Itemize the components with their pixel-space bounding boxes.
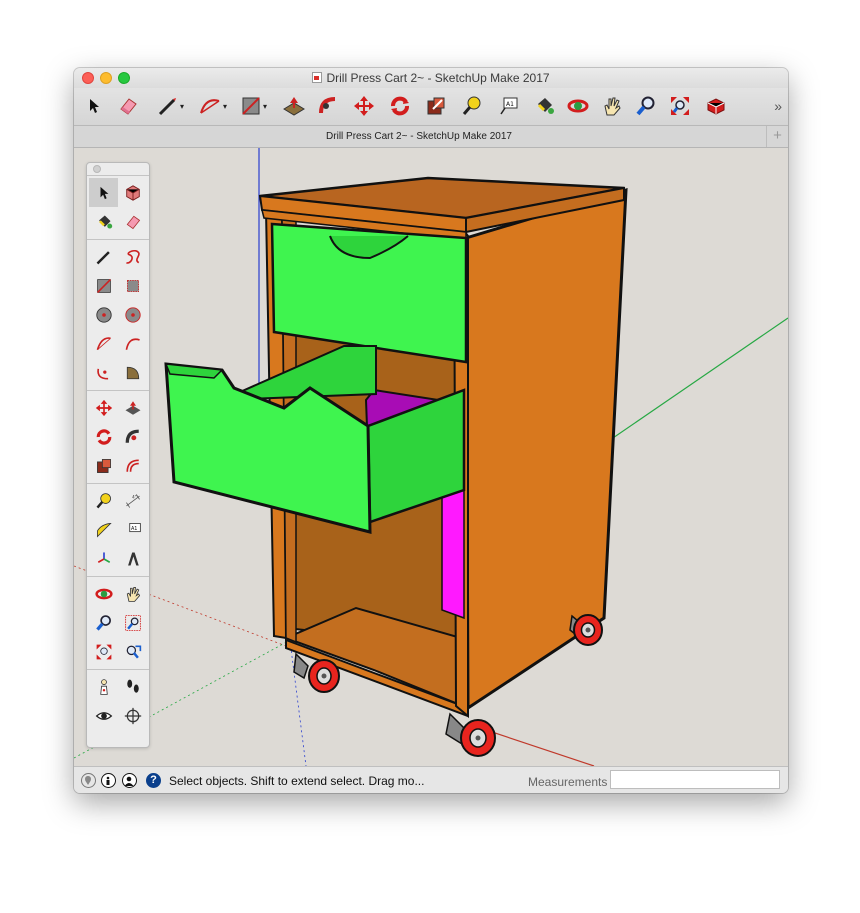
svg-text:4": 4" xyxy=(132,494,137,499)
new-tab-button[interactable]: + xyxy=(766,126,788,147)
freehand-tool-icon[interactable] xyxy=(118,242,147,271)
orbit-tool-icon[interactable] xyxy=(564,92,592,120)
back-right-caster xyxy=(569,614,603,646)
palette-group-construction: 4" A1 xyxy=(87,483,149,576)
pie-tool-icon[interactable] xyxy=(118,358,147,387)
dimension-tool-icon[interactable]: 4" xyxy=(118,486,147,515)
modeling-viewport[interactable]: 4" A1 xyxy=(74,148,788,766)
circle-tool-icon[interactable] xyxy=(89,300,118,329)
axes-tool-icon[interactable] xyxy=(89,544,118,573)
svg-text:A1: A1 xyxy=(130,526,136,532)
move-tool-icon[interactable] xyxy=(89,393,118,422)
user-account-icon[interactable] xyxy=(122,773,137,788)
window-title-area: Drill Press Cart 2~ - SketchUp Make 2017 xyxy=(74,71,788,85)
paint-bucket-tool-icon[interactable] xyxy=(530,92,558,120)
offset-tool-icon[interactable] xyxy=(118,451,147,480)
eraser-tool-icon[interactable] xyxy=(118,207,147,236)
make-component-tool-icon[interactable] xyxy=(118,178,147,207)
rectangle-tool-icon[interactable] xyxy=(237,92,265,120)
zoom-extents-tool-icon[interactable] xyxy=(89,637,118,666)
green-axis xyxy=(609,317,788,441)
rectangle-tool-icon[interactable] xyxy=(89,271,118,300)
palette-group-drawing xyxy=(87,239,149,390)
title-bar[interactable]: Drill Press Cart 2~ - SketchUp Make 2017 xyxy=(74,68,788,88)
document-tab[interactable]: Drill Press Cart 2~ - SketchUp Make 2017 xyxy=(74,131,764,142)
text-tool-icon[interactable]: A1 xyxy=(494,92,522,120)
orbit-tool-icon[interactable] xyxy=(89,579,118,608)
palette-group-camera xyxy=(87,576,149,669)
pan-tool-icon[interactable] xyxy=(118,579,147,608)
protractor-tool-icon[interactable] xyxy=(89,515,118,544)
paint-bucket-tool-icon[interactable] xyxy=(89,207,118,236)
zoom-tool-icon[interactable] xyxy=(632,92,660,120)
document-tab-bar: Drill Press Cart 2~ - SketchUp Make 2017… xyxy=(74,126,788,148)
follow-me-tool-icon[interactable] xyxy=(314,92,342,120)
three-point-arc-tool-icon[interactable] xyxy=(89,358,118,387)
tape-measure-tool-icon[interactable] xyxy=(89,486,118,515)
arc-dropdown-chevron-icon[interactable]: ▾ xyxy=(223,102,227,111)
position-camera-tool-icon[interactable] xyxy=(89,672,118,701)
window-title: Drill Press Cart 2~ - SketchUp Make 2017 xyxy=(326,71,550,85)
3d-warehouse-icon[interactable] xyxy=(702,92,730,120)
line-tool-icon[interactable] xyxy=(89,242,118,271)
scale-tool-icon[interactable] xyxy=(422,92,450,120)
rotate-tool-icon[interactable] xyxy=(89,422,118,451)
rotated-rectangle-tool-icon[interactable] xyxy=(118,271,147,300)
walk-tool-icon[interactable] xyxy=(118,672,147,701)
status-message: Select objects. Shift to extend select. … xyxy=(169,774,425,788)
section-plane-tool-icon[interactable] xyxy=(118,701,147,730)
polygon-tool-icon[interactable] xyxy=(118,300,147,329)
two-point-arc-tool-icon[interactable] xyxy=(118,329,147,358)
push-pull-tool-icon[interactable] xyxy=(280,92,308,120)
document-icon xyxy=(312,72,323,83)
zoom-tool-icon[interactable] xyxy=(89,608,118,637)
zoom-window-tool-icon[interactable] xyxy=(118,608,147,637)
pan-tool-icon[interactable] xyxy=(598,92,626,120)
look-around-tool-icon[interactable] xyxy=(89,701,118,730)
front-right-caster xyxy=(445,712,496,757)
help-icon[interactable]: ? xyxy=(146,773,161,788)
sketchup-window: Drill Press Cart 2~ - SketchUp Make 2017… xyxy=(74,68,788,793)
main-toolbar: ▾ ▾ ▾ A1 » xyxy=(74,88,788,126)
line-dropdown-chevron-icon[interactable]: ▾ xyxy=(180,102,184,111)
text-tool-icon[interactable]: A1 xyxy=(118,515,147,544)
eraser-tool-icon[interactable] xyxy=(114,92,142,120)
palette-group-walkthrough xyxy=(87,669,149,733)
zoom-extents-tool-icon[interactable] xyxy=(666,92,694,120)
3d-text-tool-icon[interactable] xyxy=(118,544,147,573)
3d-model-scene xyxy=(74,148,788,766)
large-tool-set-palette: 4" A1 xyxy=(86,162,150,748)
credits-info-icon[interactable] xyxy=(101,773,116,788)
follow-me-tool-icon[interactable] xyxy=(118,422,147,451)
palette-group-principal xyxy=(87,175,149,239)
arc-tool-icon[interactable] xyxy=(196,92,224,120)
line-tool-icon[interactable] xyxy=(154,92,182,120)
measurements-label: Measurements xyxy=(528,775,608,789)
status-bar: ? Select objects. Shift to extend select… xyxy=(74,766,788,793)
shape-dropdown-chevron-icon[interactable]: ▾ xyxy=(263,102,267,111)
scale-tool-icon[interactable] xyxy=(89,451,118,480)
select-tool-icon[interactable] xyxy=(80,92,108,120)
palette-group-edit xyxy=(87,390,149,483)
select-tool-icon[interactable] xyxy=(89,178,118,207)
push-pull-tool-icon[interactable] xyxy=(118,393,147,422)
tape-measure-tool-icon[interactable] xyxy=(458,92,486,120)
palette-close-icon[interactable] xyxy=(93,165,101,173)
geo-location-icon[interactable] xyxy=(81,773,96,788)
rotate-tool-icon[interactable] xyxy=(386,92,414,120)
svg-text:A1: A1 xyxy=(506,101,514,108)
toolbar-overflow-chevron-icon[interactable]: » xyxy=(774,98,782,114)
arc-tool-icon[interactable] xyxy=(89,329,118,358)
move-tool-icon[interactable] xyxy=(350,92,378,120)
measurements-input[interactable] xyxy=(610,770,780,789)
previous-view-tool-icon[interactable] xyxy=(118,637,147,666)
